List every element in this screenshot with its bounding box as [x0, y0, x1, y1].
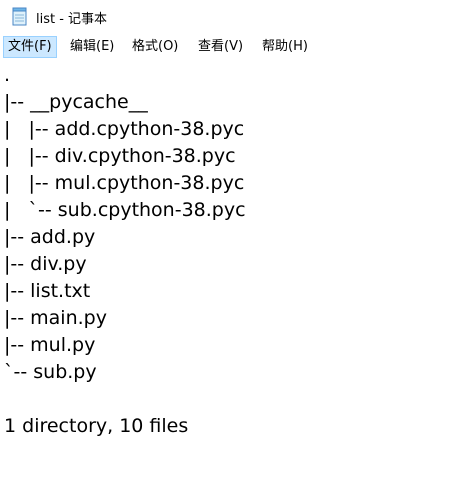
menu-file[interactable]: 文件(F) — [3, 36, 57, 58]
text-line: |-- __pycache__ — [4, 91, 148, 113]
text-line: 1 directory, 10 files — [4, 415, 189, 437]
text-line: `-- sub.py — [4, 361, 97, 383]
text-line: | |-- div.cpython-38.pyc — [4, 145, 236, 167]
menu-help[interactable]: 帮助(H) — [258, 36, 312, 58]
menu-bar: 文件(F) 编辑(E) 格式(O) 查看(V) 帮助(H) — [0, 34, 451, 60]
menu-format[interactable]: 格式(O) — [128, 36, 182, 58]
notepad-window: list - 记事本 文件(F) 编辑(E) 格式(O) 查看(V) 帮助(H)… — [0, 0, 451, 479]
notepad-icon — [12, 7, 28, 26]
text-line: |-- div.py — [4, 253, 87, 275]
window-title: list - 记事本 — [36, 12, 108, 27]
text-line: |-- list.txt — [4, 280, 91, 302]
text-line: |-- main.py — [4, 307, 107, 329]
menu-edit[interactable]: 编辑(E) — [66, 36, 118, 58]
text-line: . — [4, 64, 11, 86]
text-line: |-- mul.py — [4, 334, 96, 356]
title-bar[interactable]: list - 记事本 — [0, 0, 451, 33]
text-line: | `-- sub.cpython-38.pyc — [4, 199, 246, 221]
text-line: |-- add.py — [4, 226, 96, 248]
text-line: | |-- add.cpython-38.pyc — [4, 118, 245, 140]
text-editor[interactable]: . |-- __pycache__ | |-- add.cpython-38.p… — [0, 62, 451, 479]
text-line: | |-- mul.cpython-38.pyc — [4, 172, 245, 194]
menu-view[interactable]: 查看(V) — [194, 36, 247, 58]
